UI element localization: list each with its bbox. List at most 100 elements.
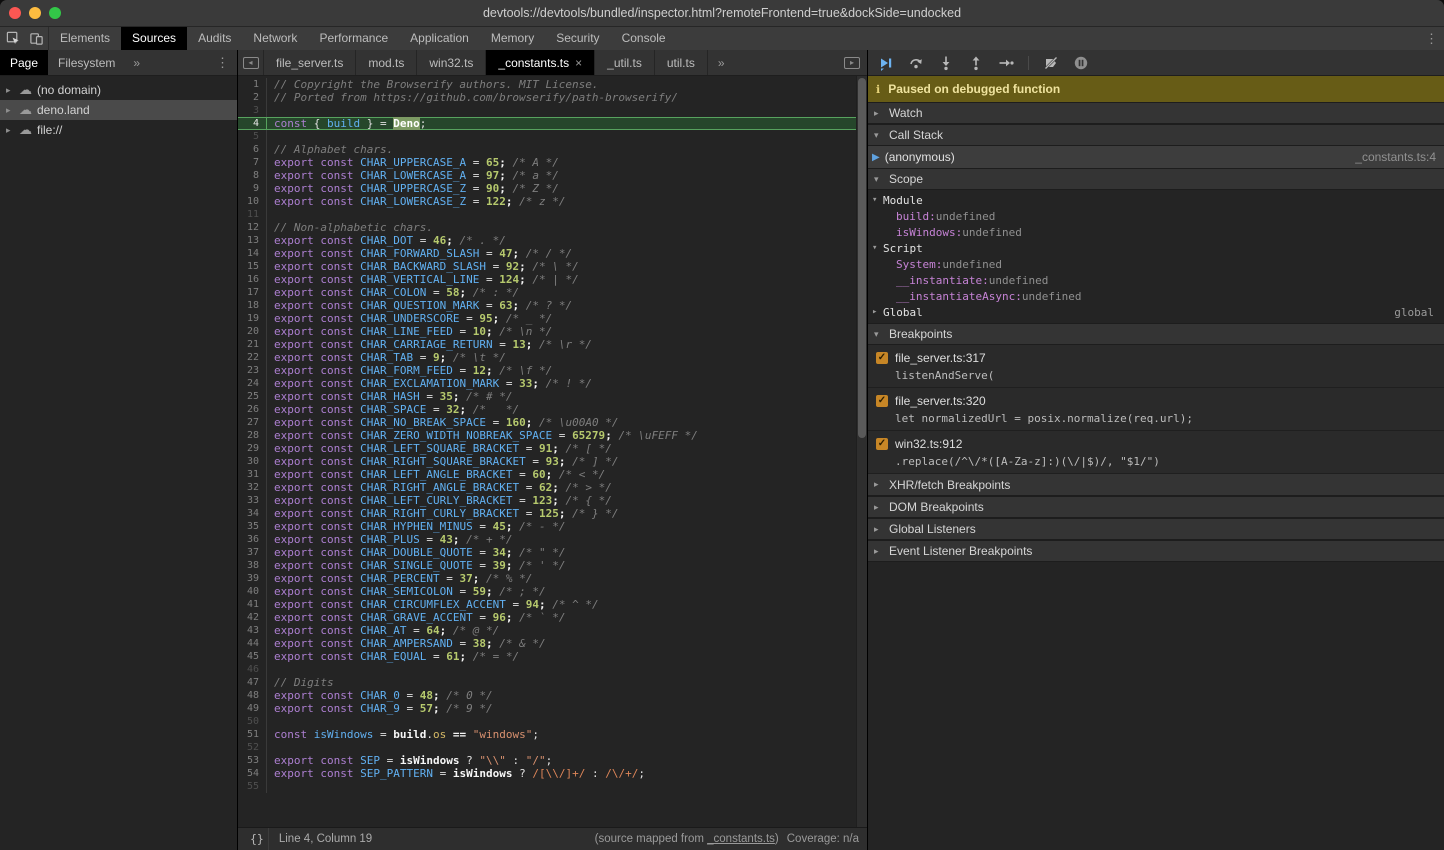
section-global-listeners[interactable]: ▸Global Listeners (868, 518, 1444, 540)
close-window-button[interactable] (9, 7, 21, 19)
step-button[interactable] (998, 55, 1014, 71)
editor-tab-mod-ts[interactable]: mod.ts (356, 50, 417, 75)
section-scope[interactable]: ▾ Scope (868, 168, 1444, 190)
section-call-stack[interactable]: ▾ Call Stack (868, 124, 1444, 146)
navigator-tab-overflow-icon[interactable]: » (125, 50, 148, 75)
tab-sources[interactable]: Sources (121, 27, 187, 50)
tab-network[interactable]: Network (242, 27, 308, 50)
pause-on-exceptions-button[interactable] (1073, 55, 1089, 71)
line-content: export const CHAR_QUESTION_MARK = 63; /*… (267, 299, 572, 312)
breakpoint-header: ✓file_server.ts:317 (868, 349, 1444, 367)
collapse-triangle-icon: ▸ (874, 546, 883, 557)
section-breakpoints[interactable]: ▾ Breakpoints (868, 323, 1444, 345)
breakpoint-entry[interactable]: ✓file_server.ts:317listenAndServe( (868, 345, 1444, 388)
editor-tab-win32-ts[interactable]: win32.ts (417, 50, 486, 75)
hide-navigator-button[interactable]: ◂ (238, 50, 264, 75)
breakpoint-entry[interactable]: ✓win32.ts:912.replace(/^\/*([A-Za-z]:)(\… (868, 431, 1444, 474)
line-number: 26 (238, 403, 267, 416)
line-number: 20 (238, 325, 267, 338)
tab-application[interactable]: Application (399, 27, 480, 50)
tab-performance[interactable]: Performance (308, 27, 399, 50)
breakpoint-snippet: let normalizedUrl = posix.normalize(req.… (868, 410, 1444, 425)
breakpoint-checkbox[interactable]: ✓ (876, 395, 888, 407)
navigator-tab-filesystem[interactable]: Filesystem (48, 50, 125, 75)
line-content (267, 715, 274, 728)
pretty-print-button[interactable]: {} (246, 828, 269, 850)
navigator-more-menu-icon[interactable]: ⋮ (216, 50, 229, 76)
editor-tab-file-server-ts[interactable]: file_server.ts (264, 50, 356, 75)
editor-tab-util-ts[interactable]: util.ts (655, 50, 708, 75)
step-into-button[interactable] (938, 55, 954, 71)
editor-scrollbar-thumb[interactable] (858, 78, 866, 438)
code-line: 23export const CHAR_FORM_FEED = 12; /* \… (238, 364, 856, 377)
navigator-tab-page[interactable]: Page (0, 50, 48, 75)
scope-property[interactable]: build: undefined (868, 208, 1444, 224)
scope-property[interactable]: System: undefined (868, 256, 1444, 272)
source-mapped-link[interactable]: _constants.ts (707, 833, 775, 845)
tab-elements[interactable]: Elements (49, 27, 121, 50)
line-number: 49 (238, 702, 267, 715)
code-line: 17export const CHAR_COLON = 58; /* : */ (238, 286, 856, 299)
tree-item-no-domain[interactable]: ▸☁(no domain) (0, 80, 237, 100)
minimize-window-button[interactable] (29, 7, 41, 19)
section-dom-breakpoints[interactable]: ▸DOM Breakpoints (868, 496, 1444, 518)
zoom-window-button[interactable] (49, 7, 61, 19)
code-line: 41export const CHAR_CIRCUMFLEX_ACCENT = … (238, 598, 856, 611)
line-content: export const CHAR_GRAVE_ACCENT = 96; /* … (267, 611, 565, 624)
editor-scrollbar[interactable] (856, 76, 867, 827)
step-out-button[interactable] (968, 55, 984, 71)
tab-audits[interactable]: Audits (187, 27, 242, 50)
editor-tab-overflow-icon[interactable]: » (708, 50, 735, 75)
line-number: 28 (238, 429, 267, 442)
editor-tab-label: mod.ts (368, 56, 404, 70)
scope-group-module[interactable]: ▾Module (868, 192, 1444, 208)
call-stack-frame[interactable]: ▶ (anonymous) _constants.ts:4 (868, 146, 1444, 168)
editor-tab-constants-ts[interactable]: _constants.ts× (486, 50, 595, 75)
deactivate-breakpoints-button[interactable] (1043, 55, 1059, 71)
paused-banner: ℹ Paused on debugged function (868, 76, 1444, 102)
expand-triangle-icon: ▾ (872, 195, 881, 205)
section-watch[interactable]: ▸ Watch (868, 102, 1444, 124)
show-debugger-panel-button[interactable]: ▸ (837, 50, 867, 75)
code-line: 51const isWindows = build.os == "windows… (238, 728, 856, 741)
scope-property[interactable]: isWindows: undefined (868, 224, 1444, 240)
code-line: 1// Copyright the Browserify authors. MI… (238, 78, 856, 91)
line-number: 27 (238, 416, 267, 429)
line-number: 38 (238, 559, 267, 572)
code-line: 11 (238, 208, 856, 221)
resume-script-button[interactable] (878, 55, 894, 71)
editor-tab-util-ts[interactable]: _util.ts (595, 50, 655, 75)
line-content: // Non-alphabetic chars. (267, 221, 433, 234)
source-mapped-text: (source mapped from _constants.ts) (595, 833, 779, 845)
navigator-tabbar: Page Filesystem » ⋮ (0, 50, 237, 76)
close-tab-icon[interactable]: × (575, 56, 582, 70)
debugger-toolbar (868, 50, 1444, 76)
source-code-editor[interactable]: 1// Copyright the Browserify authors. MI… (238, 76, 856, 827)
scope-group-global[interactable]: ▸Globalglobal (868, 304, 1444, 320)
expand-triangle-icon: ▾ (874, 174, 883, 185)
code-line: 35export const CHAR_HYPHEN_MINUS = 45; /… (238, 520, 856, 533)
tab-memory[interactable]: Memory (480, 27, 545, 50)
inspect-element-icon[interactable] (6, 31, 21, 46)
line-content: export const CHAR_UNDERSCORE = 95; /* _ … (267, 312, 552, 325)
scope-group-script[interactable]: ▾Script (868, 240, 1444, 256)
tab-console[interactable]: Console (611, 27, 677, 50)
section-xhr-fetch-breakpoints[interactable]: ▸XHR/fetch Breakpoints (868, 474, 1444, 496)
breakpoint-entry[interactable]: ✓file_server.ts:320let normalizedUrl = p… (868, 388, 1444, 431)
code-line: 32export const CHAR_RIGHT_ANGLE_BRACKET … (238, 481, 856, 494)
panel-tabs: ElementsSourcesAuditsNetworkPerformanceA… (49, 27, 677, 50)
more-tools-menu-icon[interactable]: ⋮ (1425, 27, 1438, 50)
tab-security[interactable]: Security (545, 27, 610, 50)
breakpoint-checkbox[interactable]: ✓ (876, 352, 888, 364)
titlebar: devtools://devtools/bundled/inspector.ht… (0, 0, 1444, 27)
scope-property[interactable]: __instantiateAsync: undefined (868, 288, 1444, 304)
scope-property[interactable]: __instantiate: undefined (868, 272, 1444, 288)
tree-item-file[interactable]: ▸☁file:// (0, 120, 237, 140)
device-toolbar-icon[interactable] (29, 31, 44, 46)
line-content: export const CHAR_SEMICOLON = 59; /* ; *… (267, 585, 546, 598)
section-event-listener-breakpoints[interactable]: ▸Event Listener Breakpoints (868, 540, 1444, 562)
step-over-button[interactable] (908, 55, 924, 71)
breakpoint-checkbox[interactable]: ✓ (876, 438, 888, 450)
code-line: 6// Alphabet chars. (238, 143, 856, 156)
tree-item-deno-land[interactable]: ▸☁deno.land (0, 100, 237, 120)
